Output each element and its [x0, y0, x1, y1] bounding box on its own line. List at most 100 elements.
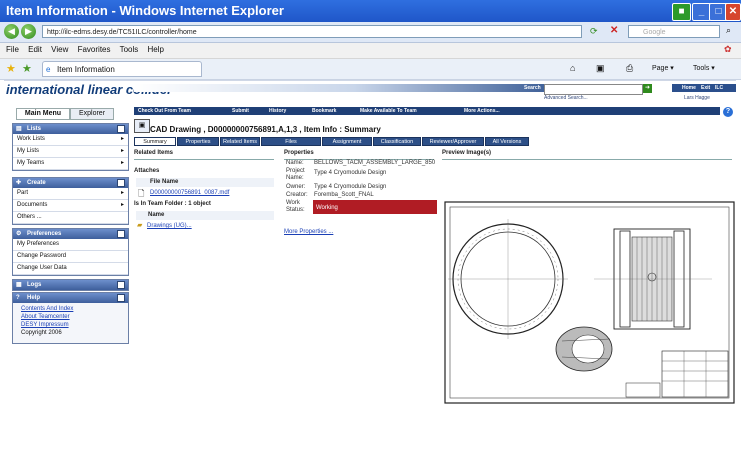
properties-header: Properties — [284, 150, 314, 156]
desy-impressum-link[interactable]: DESY Impressum — [21, 321, 128, 329]
home-icon[interactable]: ⌂ — [570, 63, 575, 73]
menu-help[interactable]: Help — [148, 45, 164, 54]
tab-classification[interactable]: Classification — [373, 137, 421, 146]
sidebar-item-my-preferences[interactable]: My Preferences — [13, 239, 128, 251]
preferences-panel-header[interactable]: ⚙ Preferences — [13, 229, 128, 239]
sidebar-item-part[interactable]: Part ▸ — [13, 188, 128, 200]
collapse-icon[interactable] — [117, 281, 125, 289]
help-title: Help — [27, 295, 41, 301]
status-property-label: Work Status: — [286, 200, 305, 213]
header-divider — [4, 80, 736, 81]
sidebar-item-my-lists[interactable]: My Lists ▸ — [13, 146, 128, 158]
help-panel-header[interactable]: ? Help — [13, 293, 128, 303]
close-icon[interactable]: ✕ — [725, 3, 741, 21]
create-panel-header[interactable]: ✚ Create — [13, 178, 128, 188]
tab-reviewer-approver[interactable]: Reviewer/Approver — [422, 137, 484, 146]
page-menu[interactable]: Page ▾ — [652, 64, 674, 72]
toolbar-extra-icon[interactable]: ✿ — [724, 44, 732, 55]
feeds-icon[interactable]: ▣ — [596, 63, 605, 74]
help-icon[interactable]: ? — [723, 107, 733, 117]
history-button[interactable]: History — [269, 107, 286, 115]
menu-edit[interactable]: Edit — [28, 45, 42, 54]
tab-files[interactable]: Files — [261, 137, 321, 146]
file-name-column: File Name — [150, 179, 179, 185]
add-favorite-icon[interactable]: ★ — [22, 62, 32, 75]
check-out-button[interactable]: Check Out From Team — [138, 107, 191, 115]
bookmark-button[interactable]: Bookmark — [312, 107, 336, 115]
creator-property-value: Foremba_Scott_FNAL — [314, 192, 374, 198]
collapse-icon[interactable] — [117, 125, 125, 133]
collapse-icon[interactable] — [117, 230, 125, 238]
name-property-label: Name: — [286, 160, 304, 166]
logs-panel-header[interactable]: ▦ Logs — [13, 280, 128, 290]
header-band — [134, 84, 574, 92]
tab-related-items[interactable]: Related Items — [220, 137, 260, 146]
preferences-panel: ⚙ Preferences My Preferences Change Pass… — [12, 228, 129, 276]
print-icon[interactable]: ⎙ — [626, 63, 633, 74]
home-link[interactable]: Home — [682, 85, 696, 91]
work-lists-label: Work Lists — [17, 136, 45, 142]
search-icon[interactable]: ⌕ — [726, 25, 731, 36]
create-panel: ✚ Create Part ▸ Documents ▸ Others ... — [12, 177, 129, 225]
arrow-right-icon: ▸ — [120, 160, 124, 166]
tools-menu[interactable]: Tools ▾ — [693, 64, 715, 72]
make-available-button[interactable]: Make Available To Team — [360, 107, 417, 115]
contents-and-index-link[interactable]: Contents And Index — [21, 305, 128, 313]
advanced-search-link[interactable]: Advanced Search... — [544, 95, 588, 101]
my-preferences-label: My Preferences — [17, 241, 60, 247]
user-name: Lars Hagge — [684, 95, 710, 101]
sidebar-item-change-user-data[interactable]: Change User Data — [13, 263, 128, 275]
related-divider — [134, 159, 274, 160]
about-teamcenter-link[interactable]: About Teamcenter — [21, 313, 128, 321]
folder-link[interactable]: Drawings (UG)... — [147, 223, 192, 229]
menu-file[interactable]: File — [6, 45, 19, 54]
favorites-star-icon[interactable]: ★ — [6, 62, 16, 75]
menu-view[interactable]: View — [51, 45, 68, 54]
menu-favorites[interactable]: Favorites — [78, 45, 111, 54]
collapse-icon[interactable] — [117, 179, 125, 187]
more-properties-link[interactable]: More Properties ... — [284, 229, 333, 235]
browser-tab[interactable]: e Item Information — [42, 61, 202, 77]
ilc-link[interactable]: ILC — [715, 85, 723, 91]
app-icon: ■ — [672, 3, 691, 21]
file-link[interactable]: D00000000756891_0087.mdf — [150, 190, 229, 196]
forward-icon[interactable]: ▶ — [21, 24, 36, 39]
preview-header: Preview Image(s) — [442, 150, 492, 156]
more-actions-button[interactable]: More Actions... — [464, 107, 500, 115]
lists-panel-header[interactable]: ▤ Lists — [13, 124, 128, 134]
preview-image[interactable] — [444, 201, 736, 406]
help-panel: ? Help Contents And Index About Teamcent… — [12, 292, 129, 344]
window-title: Item Information - Windows Internet Expl… — [6, 3, 284, 18]
url-field[interactable]: http://ilc-edms.desy.de/TC51ILC/controll… — [42, 25, 582, 38]
tab-all-versions[interactable]: All Versions — [485, 137, 529, 146]
collapse-icon[interactable] — [117, 294, 125, 302]
tab-explorer[interactable]: Explorer — [70, 108, 114, 120]
menu-bar: File Edit View Favorites Tools Help ✿ — [0, 43, 741, 59]
stop-icon[interactable]: ✕ — [610, 25, 618, 36]
cad-drawing-preview — [444, 201, 735, 404]
tab-summary[interactable]: Summary — [134, 137, 176, 146]
browser-tab-row: ★ ★ e Item Information ⌂ ▣ ⎙ Page ▾ Tool… — [0, 59, 741, 80]
sidebar-item-work-lists[interactable]: Work Lists ▸ — [13, 134, 128, 146]
lists-title: Lists — [27, 126, 42, 132]
sidebar-item-documents[interactable]: Documents ▸ — [13, 200, 128, 212]
name-property-value: BELLOWS_TACM_ASSEMBLY_LARGE_850 — [314, 160, 436, 166]
sidebar-item-change-password[interactable]: Change Password — [13, 251, 128, 263]
search-field[interactable]: Google — [628, 25, 720, 38]
cad-drawing-icon: ▣ — [134, 119, 150, 133]
help-panel-icon: ? — [16, 295, 20, 301]
tab-properties[interactable]: Properties — [177, 137, 219, 146]
sidebar-item-my-teams[interactable]: My Teams ▸ — [13, 158, 128, 170]
refresh-icon[interactable]: ⟳ — [590, 26, 598, 37]
tab-assignment[interactable]: Assignment — [322, 137, 372, 146]
page-menu-label: Page — [652, 65, 669, 72]
back-icon[interactable]: ◀ — [4, 24, 19, 39]
tab-main-menu[interactable]: Main Menu — [16, 108, 70, 120]
sidebar-item-others[interactable]: Others ... — [13, 212, 128, 224]
logs-title: Logs — [27, 282, 42, 288]
exit-link[interactable]: Exit — [701, 85, 710, 91]
creator-property-label: Creator: — [286, 192, 308, 198]
menu-tools[interactable]: Tools — [120, 45, 139, 54]
submit-button[interactable]: Submit — [232, 107, 249, 115]
status-value: Working — [316, 205, 338, 211]
